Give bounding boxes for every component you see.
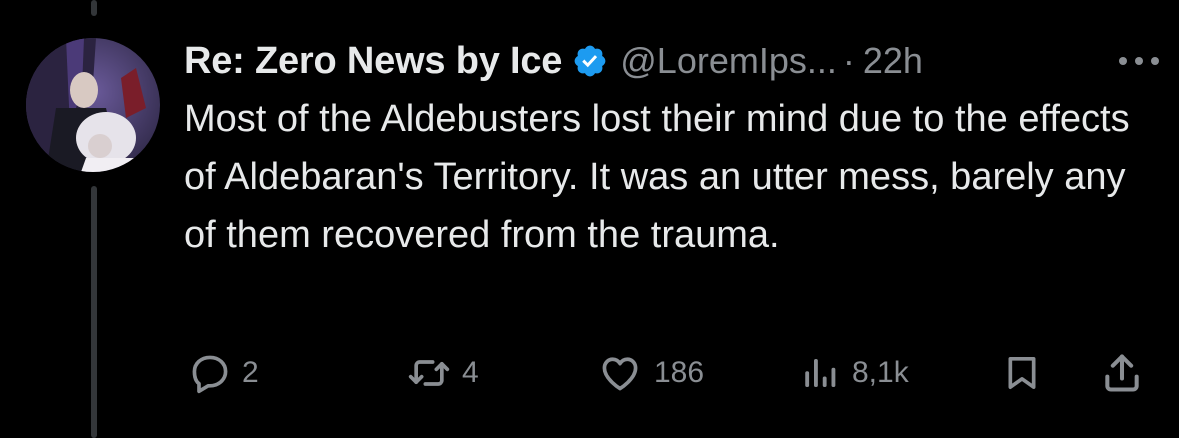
tweet-text: Most of the Aldebusters lost their mind … [184,98,1130,256]
reply-button[interactable]: 2 [188,345,259,401]
repost-count: 4 [462,356,479,389]
handle[interactable]: @LoremIps... [620,40,837,82]
views-chart-icon [800,351,842,395]
bookmark-icon [1002,351,1042,395]
timestamp[interactable]: 22h [863,40,923,82]
like-count: 186 [654,356,705,389]
heart-icon [596,351,644,395]
repost-icon [406,351,452,395]
bookmark-button[interactable] [1002,345,1042,401]
avatar[interactable] [26,38,160,172]
display-name[interactable]: Re: Zero News by Ice [184,40,562,83]
like-button[interactable]: 186 [596,345,704,401]
separator-dot: · [842,40,855,81]
tweet-content: Re: Zero News by Ice @LoremIps... · 22h … [184,26,1159,264]
views-count: 8,1k [852,356,909,389]
tweet-header: Re: Zero News by Ice @LoremIps... · 22h [184,26,1154,96]
reply-count: 2 [242,356,259,389]
thread-line-top [91,0,97,16]
views-button[interactable]: 8,1k [800,345,909,401]
share-icon [1100,351,1144,395]
share-button[interactable] [1100,345,1144,401]
more-options-icon[interactable] [1114,46,1164,76]
reply-icon [188,351,232,395]
repost-button[interactable]: 4 [406,345,479,401]
action-bar: 2 4 186 8,1k [0,345,1179,401]
verified-badge-icon[interactable] [572,43,608,79]
